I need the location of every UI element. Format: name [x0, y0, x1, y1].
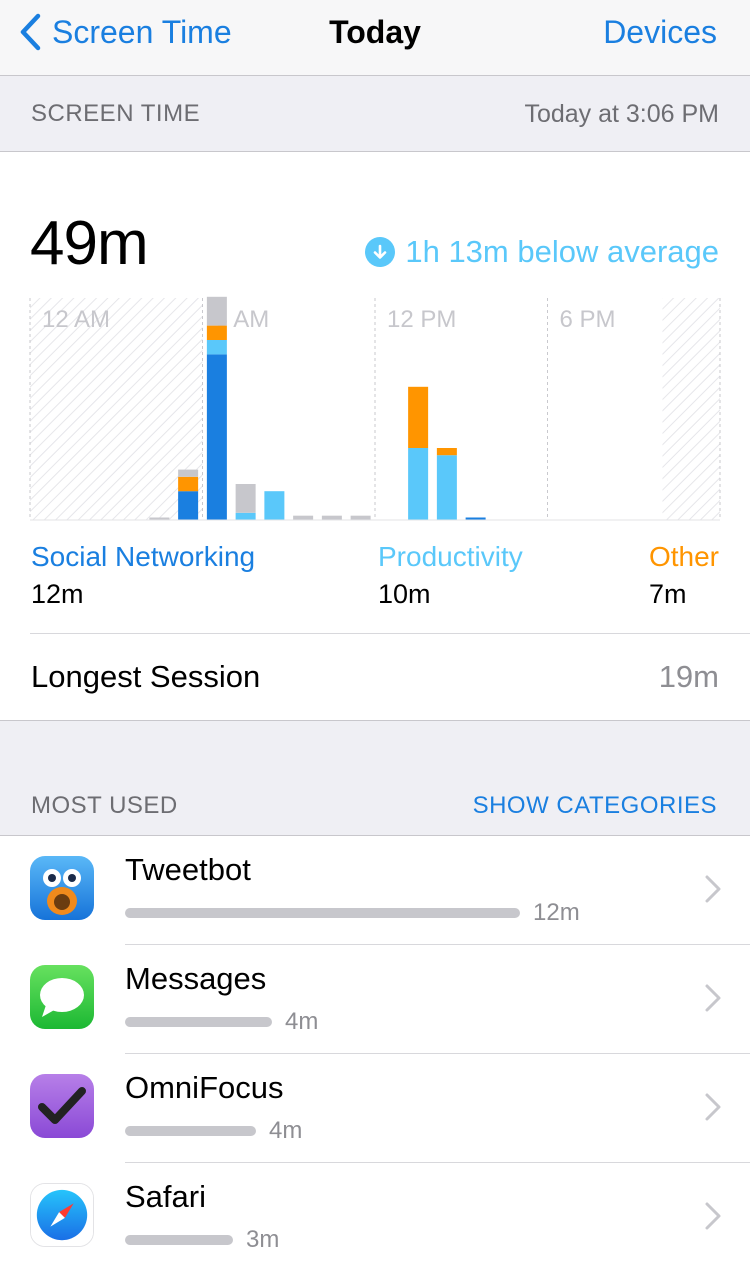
- app-name: Tweetbot: [125, 852, 251, 887]
- chart-bar-segment: [321, 515, 342, 520]
- chart-bar-segment: [293, 515, 314, 520]
- omnifocus-icon: [30, 1074, 94, 1138]
- longest-session-label: Longest Session: [31, 659, 261, 694]
- chart-bar-segment: [206, 354, 227, 520]
- arrow-down-circle-icon: [365, 237, 396, 267]
- section-header-label: SCREEN TIME: [31, 100, 201, 127]
- app-name: Messages: [125, 961, 267, 996]
- chevron-right-icon: [705, 984, 721, 1012]
- category-productivity: Productivity 10m: [378, 537, 523, 611]
- app-duration: 4m: [269, 1117, 303, 1144]
- category-name: Productivity: [378, 541, 523, 572]
- app-name: Safari: [125, 1179, 206, 1214]
- chart-bar-segment: [408, 448, 429, 520]
- category-social-networking: Social Networking 12m: [31, 537, 255, 611]
- chart-bar-segment: [235, 484, 256, 513]
- chevron-right-icon: [705, 1202, 721, 1230]
- messages-icon: [30, 965, 94, 1029]
- chart-bar-segment: [350, 515, 371, 520]
- usage-bar: [125, 1235, 233, 1245]
- show-categories-button[interactable]: SHOW CATEGORIES: [473, 792, 717, 820]
- navigation-bar: Screen Time Today Devices: [0, 0, 750, 76]
- app-row-omnifocus[interactable]: OmniFocus 4m: [0, 1054, 750, 1163]
- category-duration: 12m: [31, 579, 84, 609]
- chevron-right-icon: [705, 1093, 721, 1121]
- devices-button[interactable]: Devices: [603, 12, 717, 52]
- divider: [30, 633, 750, 634]
- chart-bar-segment: [206, 296, 227, 326]
- app-row-messages[interactable]: Messages 4m: [0, 945, 750, 1054]
- tick-label: 12 AM: [42, 306, 110, 333]
- app-name: OmniFocus: [125, 1070, 284, 1105]
- screen-time-section-header: SCREEN TIME Today at 3:06 PM: [0, 100, 750, 134]
- longest-session-value: 19m: [658, 659, 719, 694]
- chart-bar-segment: [408, 386, 429, 448]
- chart-bar-segment: [178, 491, 199, 520]
- category-duration: 10m: [378, 579, 431, 609]
- tweetbot-icon: [30, 856, 94, 920]
- hourly-usage-chart[interactable]: 12 AM 6 AM 12 PM 6 PM: [0, 292, 750, 532]
- usage-bar: [125, 1126, 256, 1136]
- app-duration: 3m: [246, 1226, 280, 1253]
- chart-bar-segment: [206, 340, 227, 355]
- app-duration: 12m: [533, 899, 580, 926]
- category-name: Other: [648, 541, 719, 572]
- chart-bar-segment: [178, 476, 199, 492]
- chart-bar-segment: [264, 491, 285, 520]
- screen-time-summary-card[interactable]: 49m 1h 13m below average 12 AM 6 AM 12 PM 6…: [0, 151, 750, 721]
- back-button-label: Screen Time: [52, 13, 232, 50]
- longest-session-row: Longest Session 19m: [31, 652, 719, 702]
- average-comparison: 1h 13m below average: [365, 234, 719, 270]
- most-used-section-header: MOST USED SHOW CATEGORIES: [0, 792, 750, 826]
- last-updated-timestamp: Today at 3:06 PM: [524, 100, 719, 128]
- chart-bar-segment: [206, 325, 227, 340]
- chart-bar-segment: [436, 455, 457, 520]
- app-duration: 4m: [285, 1008, 319, 1035]
- night-region: [662, 298, 720, 520]
- total-screen-time: 49m: [30, 209, 149, 278]
- safari-icon: [30, 1183, 94, 1247]
- chevron-left-icon: [20, 13, 41, 51]
- usage-bar: [125, 1017, 272, 1027]
- average-comparison-text: 1h 13m below average: [405, 234, 719, 269]
- tick-label: 12 PM: [387, 306, 456, 333]
- chart-bar-segment: [235, 512, 256, 520]
- usage-bar: [125, 908, 520, 918]
- app-row-tweetbot[interactable]: Tweetbot 12m: [0, 836, 750, 945]
- category-breakdown: Social Networking 12m Productivity 10m O…: [0, 537, 750, 617]
- category-other: Other 7m: [649, 537, 719, 611]
- section-header-label: MOST USED: [31, 792, 178, 819]
- category-duration: 7m: [648, 579, 687, 609]
- chevron-right-icon: [705, 875, 721, 903]
- app-row-safari[interactable]: Safari 3m: [0, 1163, 750, 1272]
- back-button[interactable]: Screen Time: [16, 10, 232, 54]
- chart-bar-segment: [178, 469, 199, 477]
- chart-bar-segment: [436, 448, 457, 456]
- category-name: Social Networking: [31, 541, 256, 572]
- tick-label: 6 PM: [560, 306, 616, 333]
- most-used-apps-list: Tweetbot 12m Messages 4m OmniFocus 4m Sa…: [0, 835, 750, 1281]
